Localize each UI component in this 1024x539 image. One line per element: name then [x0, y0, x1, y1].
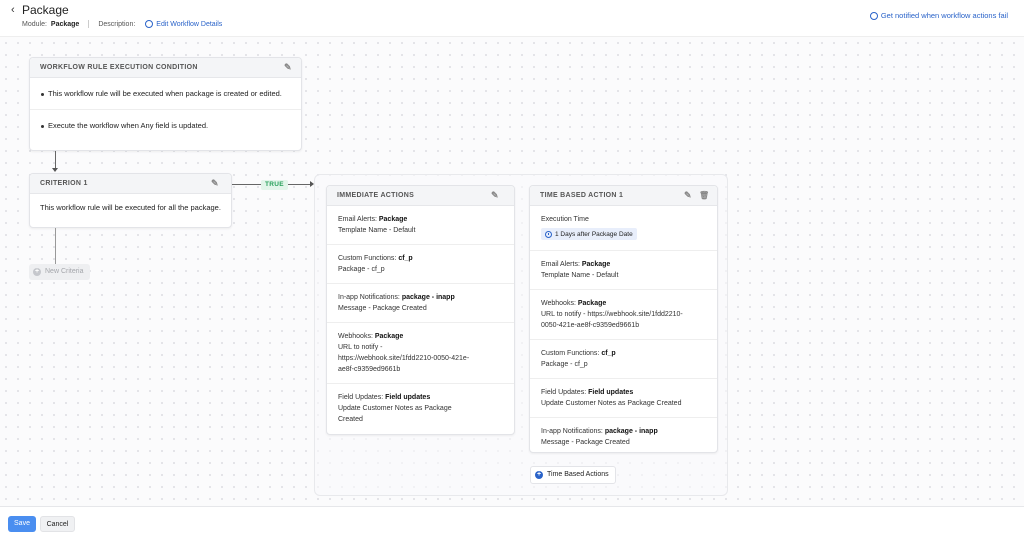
tba-email-alerts: Email Alerts: Package Template Name - De…	[530, 251, 717, 290]
plus-circle-icon: +	[33, 268, 41, 276]
edit-workflow-details-label: Edit Workflow Details	[156, 20, 223, 28]
action-inapp-notifications: In-app Notifications: package - inapp Me…	[327, 284, 514, 323]
tba-field-updates: Field Updates: Field updates Update Cust…	[530, 379, 717, 418]
pencil-icon[interactable]: ✎	[684, 191, 693, 200]
action-webhooks: Webhooks: Package URL to notify - https:…	[327, 323, 514, 384]
execution-time: Execution Time 1 Days after Package Date	[530, 206, 717, 251]
page-title: Package	[22, 3, 69, 17]
new-criteria-button[interactable]: + New Criteria	[29, 264, 90, 280]
trash-icon[interactable]: 🗑	[699, 191, 709, 200]
tba-inapp-notifications: In-app Notifications: package - inapp Me…	[541, 427, 658, 446]
arrow-down-icon	[52, 168, 58, 172]
action-email-alerts: Email Alerts: Package Template Name - De…	[327, 206, 514, 245]
connector-line	[55, 228, 56, 264]
criterion-text: This workflow rule will be executed for …	[40, 203, 221, 212]
execution-condition-title: WORKFLOW RULE EXECUTION CONDITION ✎	[30, 58, 301, 78]
pencil-icon[interactable]: ✎	[211, 179, 220, 188]
workflow-meta: Module: Package Description: Edit Workfl…	[22, 20, 222, 28]
chevron-left-icon[interactable]: ‹	[11, 4, 21, 16]
cancel-button[interactable]: Cancel	[40, 516, 75, 532]
time-based-action-card: TIME BASED ACTION 1 ✎ 🗑 Execution Time 1…	[529, 185, 718, 453]
divider	[88, 20, 90, 28]
execution-time-chip: 1 Days after Package Date	[541, 228, 637, 240]
condition-item: Execute the workflow when Any field is u…	[30, 110, 301, 142]
edit-workflow-details-link[interactable]: Edit Workflow Details	[145, 20, 222, 28]
tba-webhooks: Webhooks: Package URL to notify - https:…	[530, 290, 717, 340]
criterion-title: CRITERION 1 ✎	[30, 174, 231, 194]
condition-item: This workflow rule will be executed when…	[30, 78, 301, 110]
add-time-based-action-button[interactable]: + Time Based Actions	[530, 466, 616, 484]
time-based-actions-label: Time Based Actions	[547, 471, 609, 478]
connector-line	[55, 151, 56, 169]
notify-on-failure-link[interactable]: Get notified when workflow actions fail	[869, 11, 1008, 20]
module-label: Module:	[22, 20, 47, 28]
pencil-icon[interactable]: ✎	[491, 191, 500, 200]
immediate-actions-title: IMMEDIATE ACTIONS ✎	[327, 186, 514, 206]
action-custom-functions: Custom Functions: cf_p Package - cf_p	[327, 245, 514, 284]
execution-condition-card: WORKFLOW RULE EXECUTION CONDITION ✎ This…	[29, 57, 302, 151]
edit-icon	[145, 20, 154, 28]
true-badge: TRUE	[261, 180, 288, 190]
plus-circle-icon: +	[535, 471, 543, 479]
action-field-updates: Field Updates: Field updates Update Cust…	[338, 394, 452, 423]
new-criteria-label: New Criteria	[45, 268, 84, 275]
time-based-action-title: TIME BASED ACTION 1 ✎ 🗑	[530, 186, 717, 206]
notify-on-failure-label: Get notified when workflow actions fail	[880, 11, 1008, 20]
criterion-card: CRITERION 1 ✎ This workflow rule will be…	[29, 173, 232, 228]
clock-icon	[545, 230, 552, 238]
tba-custom-functions: Custom Functions: cf_p Package - cf_p	[530, 340, 717, 379]
immediate-actions-card: IMMEDIATE ACTIONS ✎ Email Alerts: Packag…	[326, 185, 515, 435]
workflow-canvas: WORKFLOW RULE EXECUTION CONDITION ✎ This…	[0, 36, 1024, 506]
bell-icon	[869, 11, 878, 20]
save-button[interactable]: Save	[8, 516, 36, 532]
page-header: ‹ Package Module: Package Description: E…	[0, 0, 1024, 36]
pencil-icon[interactable]: ✎	[284, 63, 293, 72]
description-label: Description:	[98, 20, 136, 28]
footer-bar: Save Cancel	[0, 506, 1024, 539]
module-value: Package	[50, 20, 80, 28]
